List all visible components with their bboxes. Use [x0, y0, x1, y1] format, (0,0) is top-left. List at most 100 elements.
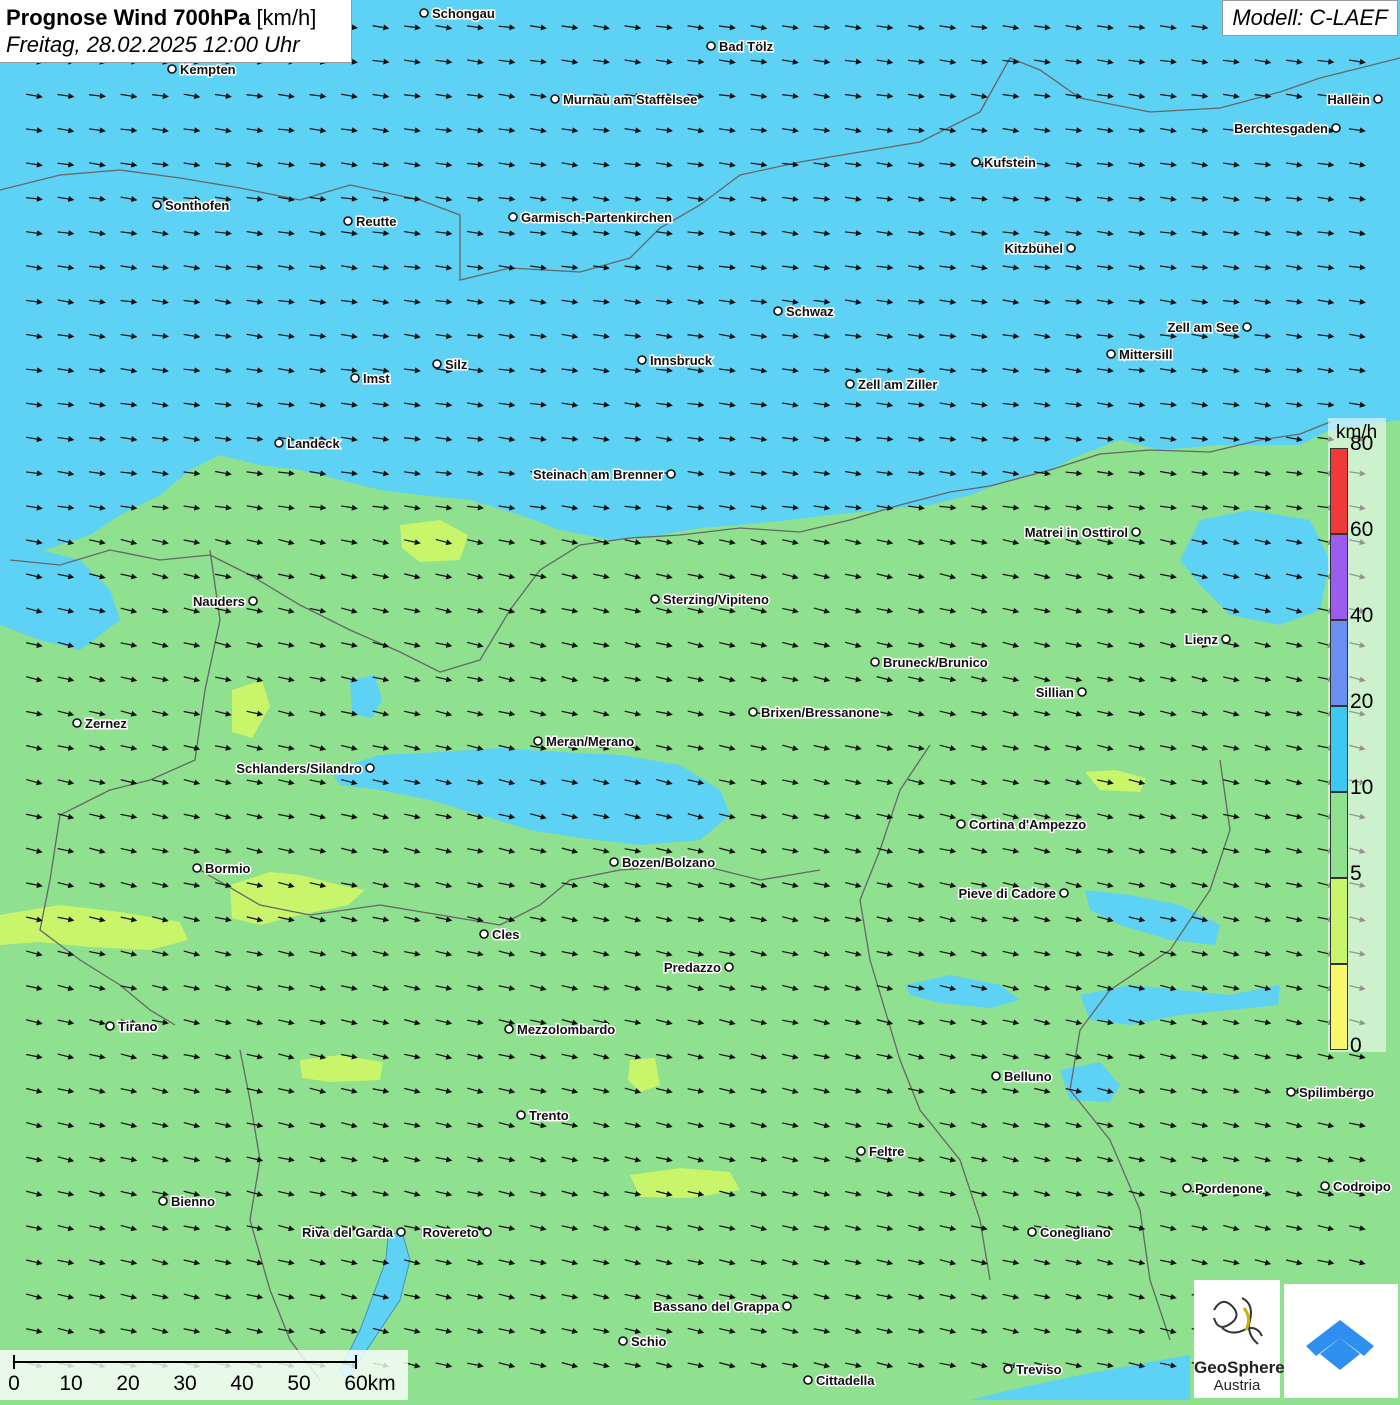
app-logo-icon: [1306, 1320, 1374, 1370]
city-label: Kufstein: [984, 155, 1036, 170]
city-dot-icon: [609, 857, 619, 867]
forecast-date: Freitag, 28.02.2025 12:00 Uhr: [6, 32, 300, 57]
city-label: Sterzing/Vipiteno: [663, 592, 769, 607]
city-dot-icon: [1059, 888, 1069, 898]
city-label: Landeck: [287, 436, 341, 451]
city-marker: Schlanders/Silandro: [235, 760, 375, 778]
city-dot-icon: [432, 359, 442, 369]
legend: km/h 0 5 10 20 40 60 80: [1328, 418, 1386, 1057]
city-marker: Sonthofen: [152, 197, 231, 215]
legend-tick-label: 40: [1350, 604, 1374, 627]
city-dot-icon: [991, 1071, 1001, 1081]
legend-color-80-100: [1330, 448, 1348, 534]
geosphere-logo: GeoSphere Austria: [1194, 1280, 1285, 1398]
city-dot-icon: [870, 657, 880, 667]
city-label: Mezzolombardo: [517, 1022, 615, 1037]
city-dot-icon: [971, 157, 981, 167]
city-label: Berchtesgaden: [1234, 121, 1328, 136]
city-marker: Matrei in Osttirol: [1023, 524, 1141, 542]
city-label: Brixen/Bressanone: [761, 705, 880, 720]
legend-tick-label: 10: [1350, 776, 1374, 799]
city-label: Feltre: [869, 1144, 904, 1159]
city-dot-icon: [1066, 243, 1076, 253]
city-label: Riva del Garda: [302, 1225, 394, 1240]
city-label: Pordenone: [1195, 1181, 1263, 1196]
city-label: Zell am See: [1167, 320, 1239, 335]
city-dot-icon: [1242, 322, 1252, 332]
city-dot-icon: [1077, 687, 1087, 697]
geosphere-emblem-icon: [1213, 1297, 1263, 1345]
city-label: Hallein: [1327, 92, 1370, 107]
city-label: Trento: [529, 1108, 569, 1123]
city-label: Schongau: [432, 6, 495, 21]
city-dot-icon: [158, 1196, 168, 1206]
legend-tick-label: 20: [1350, 690, 1374, 713]
city-marker: Pieve di Cadore: [957, 885, 1069, 903]
city-dot-icon: [192, 863, 202, 873]
legend-color-60-80: [1330, 534, 1348, 620]
city-label: Bormio: [205, 861, 251, 876]
city-label: Innsbruck: [650, 353, 713, 368]
city-label: Schlanders/Silandro: [236, 761, 362, 776]
city-dot-icon: [724, 962, 734, 972]
city-dot-icon: [419, 8, 429, 18]
city-dot-icon: [1106, 349, 1116, 359]
city-label: Steinach am Brenner: [533, 467, 663, 482]
city-dot-icon: [248, 596, 258, 606]
city-marker: Murnau am Staffelsee: [550, 91, 699, 109]
city-label: Cittadella: [816, 1373, 875, 1388]
city-dot-icon: [773, 306, 783, 316]
city-label: Bad Tölz: [719, 39, 774, 54]
city-marker: Riva del Garda: [300, 1224, 406, 1242]
city-label: Silz: [445, 357, 468, 372]
city-dot-icon: [1221, 634, 1231, 644]
city-label: Cortina d'Ampezzo: [969, 817, 1086, 832]
city-dot-icon: [365, 763, 375, 773]
legend-color-5-10: [1330, 878, 1348, 964]
city-label: Sillian: [1036, 685, 1074, 700]
scale-bar-label: 30: [173, 1372, 197, 1395]
city-label: Treviso: [1016, 1362, 1062, 1377]
scale-bar: 0 10 20 30 40 50 60km: [0, 1350, 408, 1400]
city-label: Cles: [492, 927, 519, 942]
city-dot-icon: [152, 200, 162, 210]
city-label: Bassano del Grappa: [653, 1299, 779, 1314]
city-label: Zernez: [85, 716, 127, 731]
model-label: Modell: C-LAEF: [1222, 0, 1398, 36]
scale-bar-label: 40: [230, 1372, 254, 1395]
city-dot-icon: [1131, 527, 1141, 537]
scale-bar-label: 20: [116, 1372, 140, 1395]
city-label: Schio: [631, 1334, 666, 1349]
city-marker: Spilimbergo: [1286, 1084, 1376, 1102]
city-label: Belluno: [1004, 1069, 1052, 1084]
city-dot-icon: [350, 373, 360, 383]
city-label: Kitzbühel: [1005, 241, 1064, 256]
city-dot-icon: [845, 379, 855, 389]
city-label: Meran/Merano: [546, 734, 634, 749]
city-marker: Bassano del Grappa: [652, 1298, 792, 1316]
city-label: Matrei in Osttirol: [1025, 525, 1128, 540]
city-label: Zell am Ziller: [858, 377, 937, 392]
legend-color-40-60: [1330, 620, 1348, 706]
city-dot-icon: [803, 1375, 813, 1385]
city-label: Imst: [363, 371, 390, 386]
city-label: Schwaz: [786, 304, 834, 319]
map-title-main: Prognose Wind 700hPa: [6, 5, 251, 30]
city-dot-icon: [956, 819, 966, 829]
city-dot-icon: [167, 64, 177, 74]
city-label: Bienno: [171, 1194, 215, 1209]
city-dot-icon: [650, 594, 660, 604]
city-label: Spilimbergo: [1299, 1085, 1374, 1100]
city-dot-icon: [105, 1021, 115, 1031]
city-label: Kempten: [180, 62, 236, 77]
scale-bar-label: 10: [59, 1372, 83, 1395]
city-marker: Zell am See: [1166, 319, 1252, 337]
city-label: Pieve di Cadore: [958, 886, 1056, 901]
city-dot-icon: [533, 736, 543, 746]
city-label: Bruneck/Brunico: [883, 655, 988, 670]
city-dot-icon: [1320, 1181, 1330, 1191]
map-title-box: Prognose Wind 700hPa [km/h] Freitag, 28.…: [0, 0, 352, 63]
city-label: Codroipo: [1333, 1179, 1391, 1194]
city-dot-icon: [274, 438, 284, 448]
city-dot-icon: [637, 355, 647, 365]
